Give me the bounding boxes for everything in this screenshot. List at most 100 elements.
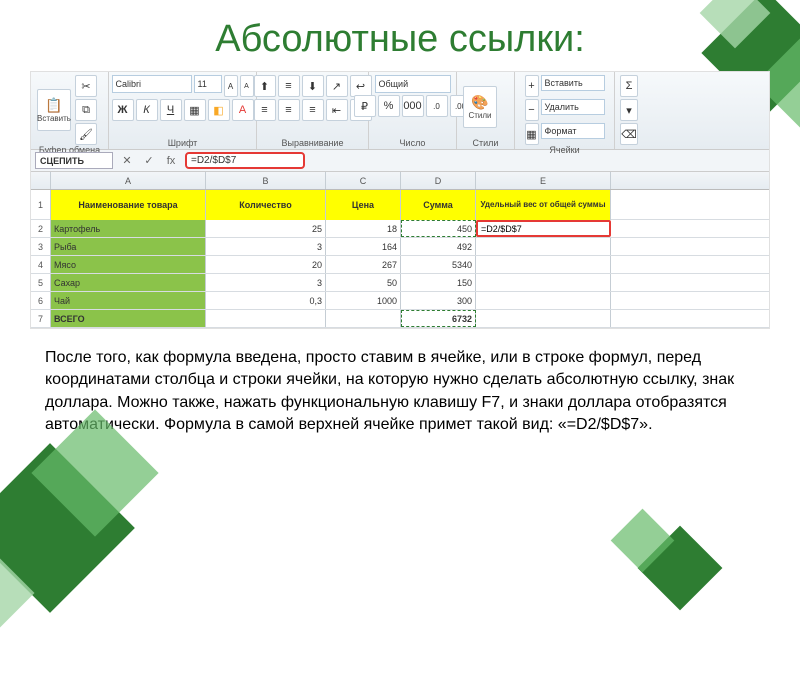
select-all-corner[interactable] bbox=[31, 172, 51, 189]
format-painter-button[interactable]: 🖌 bbox=[75, 123, 97, 145]
cell-empty[interactable] bbox=[326, 310, 401, 327]
cell-price[interactable]: 164 bbox=[326, 238, 401, 255]
row-label[interactable]: 6 bbox=[31, 292, 51, 309]
align-top-button[interactable]: ⬆ bbox=[254, 75, 276, 97]
cell-sum[interactable]: 5340 bbox=[401, 256, 476, 273]
column-header-c[interactable]: C bbox=[326, 172, 401, 189]
align-center-button[interactable]: ≡ bbox=[278, 99, 300, 121]
styles-button[interactable]: 🎨 Стили bbox=[463, 86, 497, 128]
header-price[interactable]: Цена bbox=[326, 190, 401, 220]
header-qty[interactable]: Количество bbox=[206, 190, 326, 220]
clear-button[interactable]: ⌫ bbox=[620, 123, 638, 145]
italic-button[interactable]: К bbox=[136, 99, 158, 121]
cell-qty[interactable]: 20 bbox=[206, 256, 326, 273]
font-name-select[interactable]: Calibri bbox=[112, 75, 192, 93]
name-box[interactable]: СЦЕПИТЬ bbox=[35, 152, 113, 169]
cell-price[interactable]: 1000 bbox=[326, 292, 401, 309]
header-sum[interactable]: Сумма bbox=[401, 190, 476, 220]
align-bottom-button[interactable]: ⬇ bbox=[302, 75, 324, 97]
bold-button[interactable]: Ж bbox=[112, 99, 134, 121]
cell-qty[interactable]: 3 bbox=[206, 274, 326, 291]
formula-bar: СЦЕПИТЬ ✕ ✓ fx =D2/$D$7 bbox=[31, 150, 769, 172]
cell-sum[interactable]: 300 bbox=[401, 292, 476, 309]
cell-name[interactable]: Мясо bbox=[51, 256, 206, 273]
cell-qty[interactable]: 25 bbox=[206, 220, 326, 237]
font-color-button[interactable]: A bbox=[232, 99, 254, 121]
cell-name[interactable]: Чай bbox=[51, 292, 206, 309]
ribbon-group-font: Calibri 11 A A Ж К Ч ▦ ◧ A Шрифт bbox=[109, 72, 257, 149]
delete-cell-button[interactable]: − bbox=[525, 99, 539, 121]
cell-name[interactable]: Сахар bbox=[51, 274, 206, 291]
cell-total-label[interactable]: ВСЕГО bbox=[51, 310, 206, 327]
paste-button[interactable]: 📋 Вставить bbox=[37, 89, 71, 131]
fill-button[interactable]: ▾ bbox=[620, 99, 638, 121]
orientation-button[interactable]: ↗ bbox=[326, 75, 348, 97]
cell-total-sum[interactable]: 6732 bbox=[401, 310, 476, 327]
cell-share-formula[interactable]: =D2/$D$7 bbox=[476, 220, 611, 237]
cell-empty[interactable] bbox=[476, 310, 611, 327]
comma-button[interactable]: 000 bbox=[402, 95, 424, 117]
fill-color-button[interactable]: ◧ bbox=[208, 99, 230, 121]
table-total-row: 7 ВСЕГО 6732 bbox=[31, 310, 769, 328]
cell-name[interactable]: Картофель bbox=[51, 220, 206, 237]
decoration-bottom-left bbox=[0, 418, 210, 678]
row-label[interactable]: 5 bbox=[31, 274, 51, 291]
row-label-1[interactable]: 1 bbox=[31, 190, 51, 220]
row-label[interactable]: 3 bbox=[31, 238, 51, 255]
cell-share[interactable] bbox=[476, 238, 611, 255]
font-size-select[interactable]: 11 bbox=[194, 75, 222, 93]
cell-share[interactable] bbox=[476, 274, 611, 291]
table-row: 6 Чай 0,3 1000 300 bbox=[31, 292, 769, 310]
formula-accept-button[interactable]: ✓ bbox=[141, 153, 157, 169]
cell-price[interactable]: 50 bbox=[326, 274, 401, 291]
cell-price[interactable]: 18 bbox=[326, 220, 401, 237]
header-share[interactable]: Удельный вес от общей суммы bbox=[476, 190, 611, 220]
indent-dec-button[interactable]: ⇤ bbox=[326, 99, 348, 121]
number-format-select[interactable]: Общий bbox=[375, 75, 451, 93]
currency-button[interactable]: ₽ bbox=[354, 95, 376, 117]
styles-group-label: Стили bbox=[463, 138, 508, 148]
fx-button[interactable]: fx bbox=[163, 153, 179, 169]
column-headers: A B C D E bbox=[31, 172, 769, 190]
underline-button[interactable]: Ч bbox=[160, 99, 182, 121]
cell-empty[interactable] bbox=[206, 310, 326, 327]
formula-input[interactable]: =D2/$D$7 bbox=[185, 152, 305, 169]
spreadsheet-grid: A B C D E 1 Наименование товара Количест… bbox=[31, 172, 769, 328]
cell-price[interactable]: 267 bbox=[326, 256, 401, 273]
align-right-button[interactable]: ≡ bbox=[302, 99, 324, 121]
cell-share[interactable] bbox=[476, 256, 611, 273]
insert-cell-button[interactable]: + bbox=[525, 75, 539, 97]
cell-sum[interactable]: 150 bbox=[401, 274, 476, 291]
delete-cells-label[interactable]: Удалить bbox=[541, 99, 605, 115]
cell-qty[interactable]: 0,3 bbox=[206, 292, 326, 309]
align-middle-button[interactable]: ≡ bbox=[278, 75, 300, 97]
format-cell-button[interactable]: ▦ bbox=[525, 123, 539, 145]
insert-cells-label[interactable]: Вставить bbox=[541, 75, 605, 91]
column-header-a[interactable]: A bbox=[51, 172, 206, 189]
autosum-button[interactable]: Σ bbox=[620, 75, 638, 97]
font-grow-button[interactable]: A bbox=[224, 75, 238, 97]
formula-cancel-button[interactable]: ✕ bbox=[119, 153, 135, 169]
ribbon-group-number: Общий ₽ % 000 .0 .00 Число bbox=[369, 72, 457, 149]
row-label[interactable]: 2 bbox=[31, 220, 51, 237]
ribbon-group-editing: Σ ▾ ⌫ bbox=[615, 72, 643, 149]
cell-share[interactable] bbox=[476, 292, 611, 309]
align-left-button[interactable]: ≡ bbox=[254, 99, 276, 121]
row-label[interactable]: 4 bbox=[31, 256, 51, 273]
cell-name[interactable]: Рыба bbox=[51, 238, 206, 255]
percent-button[interactable]: % bbox=[378, 95, 400, 117]
font-shrink-button[interactable]: A bbox=[240, 75, 254, 97]
border-button[interactable]: ▦ bbox=[184, 99, 206, 121]
column-header-e[interactable]: E bbox=[476, 172, 611, 189]
column-header-b[interactable]: B bbox=[206, 172, 326, 189]
cut-button[interactable]: ✂ bbox=[75, 75, 97, 97]
copy-button[interactable]: ⧉ bbox=[75, 99, 97, 121]
cell-sum[interactable]: 492 bbox=[401, 238, 476, 255]
column-header-d[interactable]: D bbox=[401, 172, 476, 189]
cell-qty[interactable]: 3 bbox=[206, 238, 326, 255]
header-name[interactable]: Наименование товара bbox=[51, 190, 206, 220]
cell-sum[interactable]: 450 bbox=[401, 220, 476, 237]
inc-decimal-button[interactable]: .0 bbox=[426, 95, 448, 117]
format-cells-label[interactable]: Формат bbox=[541, 123, 605, 139]
row-label[interactable]: 7 bbox=[31, 310, 51, 327]
